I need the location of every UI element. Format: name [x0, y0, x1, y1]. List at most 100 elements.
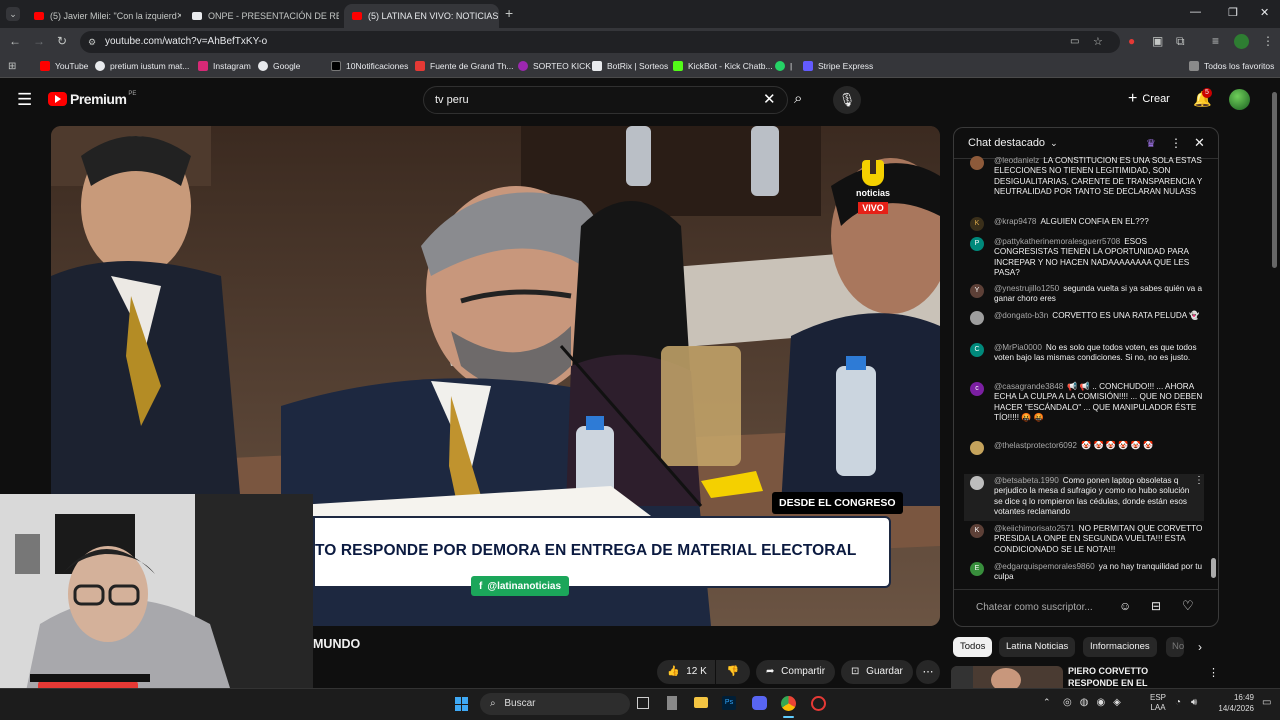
file-explorer-icon[interactable]	[694, 697, 708, 708]
extension-red-icon[interactable]: ●	[1128, 34, 1135, 48]
clock[interactable]: 16:49 14/4/2026	[1208, 692, 1254, 714]
bookmark-google[interactable]: Google	[258, 61, 300, 71]
related-thumbnail[interactable]	[951, 666, 1063, 690]
filter-chip-informaciones[interactable]: Informaciones	[1083, 637, 1157, 657]
notification-center-icon[interactable]: ▭	[1262, 697, 1271, 708]
forward-icon[interactable]: →	[33, 34, 45, 48]
emoji-icon[interactable]: ☺	[1119, 599, 1131, 613]
address-bar[interactable]: ⚙ youtube.com/watch?v=AhBefTxKY-o ▭ ☆	[80, 31, 1120, 53]
reload-icon[interactable]: ↻	[57, 34, 67, 48]
related-title[interactable]: PIERO CORVETTO RESPONDE EN EL CONGRESO D…	[1068, 666, 1200, 688]
super-chat-icon[interactable]: ⊟	[1151, 599, 1161, 613]
share-icon: ➦	[766, 666, 775, 677]
app-icon-red[interactable]	[811, 696, 826, 711]
profile-avatar[interactable]	[1234, 34, 1249, 49]
taskbar-search[interactable]: ⌕ Buscar	[480, 693, 630, 715]
apps-grid-icon[interactable]: ⊞	[8, 61, 16, 72]
filter-chip-more[interactable]: No	[1166, 637, 1184, 657]
chat-username: @leodanielz	[994, 156, 1040, 165]
close-icon[interactable]: ×	[177, 10, 181, 22]
close-chat-icon[interactable]: ✕	[1194, 135, 1205, 151]
search-icon[interactable]: ⌕	[794, 90, 802, 107]
new-tab-button[interactable]: +	[505, 5, 513, 21]
chrome-icon[interactable]	[781, 696, 796, 711]
windows-start-icon[interactable]	[455, 697, 469, 711]
bookmark-10notificaciones[interactable]: 10Notificaciones	[331, 61, 408, 71]
avatar: K	[970, 524, 984, 538]
photoshop-icon[interactable]: Ps	[722, 696, 736, 710]
related-more-icon[interactable]: ⋮	[1208, 666, 1219, 679]
bookmark-botrix[interactable]: BotRix | Sorteos	[592, 61, 668, 71]
discord-icon[interactable]	[752, 696, 767, 710]
back-icon[interactable]: ←	[9, 34, 21, 48]
wifi-icon[interactable]: ◔	[1175, 697, 1181, 708]
save-button[interactable]: ⊡ Guardar	[841, 660, 913, 684]
tray-chevron-up-icon[interactable]: ⌃	[1043, 697, 1051, 708]
page-scrollbar[interactable]	[1272, 92, 1277, 268]
chat-mode-dropdown[interactable]: Chat destacado ⌄	[968, 137, 1058, 149]
youtube-logo[interactable]: Premium PE	[48, 91, 136, 107]
chat-scrollbar[interactable]	[1211, 558, 1216, 578]
bookmark-sorteo-kick[interactable]: SORTEO KICK	[518, 61, 591, 71]
minimize-icon[interactable]: —	[1190, 6, 1201, 18]
browser-tab-strip: ⌄ (5) Javier Milei: "Con la izquierd × O…	[0, 0, 1280, 28]
youtube-favicon-icon	[34, 12, 44, 20]
headline-lower-third: TO RESPONDE POR DEMORA EN ENTREGA DE MAT…	[313, 516, 891, 588]
tab-search-icon[interactable]: ⌄	[6, 7, 20, 21]
avatar: C	[970, 343, 984, 357]
crown-icon[interactable]: ♛	[1146, 137, 1156, 150]
create-button[interactable]: + Crear	[1128, 90, 1170, 108]
share-button[interactable]: ➦ Compartir	[756, 660, 836, 684]
bookmark-instagram[interactable]: Instagram	[198, 61, 251, 71]
maximize-icon[interactable]: ❐	[1228, 6, 1238, 19]
chat-more-icon[interactable]: ⋮	[1170, 136, 1182, 150]
extensions-puzzle-icon[interactable]: ⧉	[1176, 34, 1185, 49]
search-input[interactable]: tv peru	[423, 86, 788, 114]
create-label: Crear	[1142, 93, 1170, 105]
hamburger-menu-icon[interactable]: ☰	[17, 90, 32, 110]
chat-username: @ynestrujillo1250	[994, 284, 1060, 293]
app-icon[interactable]	[667, 696, 677, 710]
voice-search-icon[interactable]: 🎙	[833, 86, 861, 114]
chat-input-divider	[954, 589, 1218, 590]
avatar: P	[970, 237, 984, 251]
chevron-right-icon[interactable]: ›	[1198, 640, 1202, 654]
browser-tab[interactable]: (5) Javier Milei: "Con la izquierd ×	[26, 4, 181, 28]
browser-tab[interactable]: ONPE - PRESENTACIÓN DE RE ×	[184, 4, 339, 28]
filter-chip-latina[interactable]: Latina Noticias	[999, 637, 1076, 657]
bookmark-pretium[interactable]: pretium iustum mat...	[95, 61, 189, 71]
like-button[interactable]: 👍 12 K	[657, 660, 715, 684]
task-view-icon[interactable]	[637, 697, 649, 709]
tray-icons[interactable]: ◎◍◉◈	[1063, 697, 1129, 708]
more-actions-button[interactable]: ⋯	[916, 660, 940, 684]
chat-input[interactable]: Chatear como suscriptor...	[976, 602, 1093, 613]
bookmark-fuente[interactable]: Fuente de Grand Th...	[415, 61, 513, 71]
extension-icon[interactable]: ▣	[1152, 34, 1163, 48]
all-favorites[interactable]: Todos los favoritos	[1189, 61, 1274, 71]
message-more-icon[interactable]: ⋮	[1194, 475, 1204, 486]
close-window-icon[interactable]: ✕	[1260, 6, 1269, 19]
bookmark-star-icon[interactable]: ☆	[1093, 31, 1103, 53]
input-language[interactable]: ESP LAA	[1150, 693, 1166, 713]
dislike-button[interactable]: 👎	[716, 660, 750, 684]
chat-message-hovered[interactable]: @betsabeta.1990 Como ponen laptop obsolet…	[964, 474, 1204, 521]
filter-chip-all[interactable]: Todos	[953, 637, 993, 657]
bookmark-youtube[interactable]: YouTube	[40, 61, 88, 71]
windows-taskbar: ⌕ Buscar Ps ⌃ ◎◍◉◈ ESP LAA ◔ 🔊︎ 16:49 14…	[0, 688, 1280, 720]
close-icon[interactable]: ×	[498, 10, 499, 22]
bookmark-whatsapp[interactable]: |	[775, 61, 792, 71]
browser-tab-active[interactable]: (5) LATINA EN VIVO: NOTICIAS ×	[344, 4, 499, 28]
chat-username: @casagrande3848	[994, 382, 1064, 391]
bookmark-stripe[interactable]: Stripe Express	[803, 61, 873, 71]
account-avatar[interactable]	[1229, 89, 1250, 110]
bookmark-kickbot[interactable]: KickBot - Kick Chatb...	[673, 61, 773, 71]
media-control-icon[interactable]: ≡	[1212, 34, 1219, 48]
site-info-icon[interactable]: ⚙	[88, 31, 96, 53]
clock-time: 16:49	[1233, 693, 1254, 702]
clear-search-icon[interactable]: ✕	[763, 90, 776, 108]
cast-icon[interactable]: ▭	[1070, 31, 1079, 53]
volume-icon[interactable]: 🔊︎	[1191, 697, 1197, 708]
heart-icon[interactable]: ♡	[1182, 598, 1194, 614]
more-menu-icon[interactable]: ⋮	[1262, 34, 1274, 48]
avatar	[970, 476, 984, 490]
